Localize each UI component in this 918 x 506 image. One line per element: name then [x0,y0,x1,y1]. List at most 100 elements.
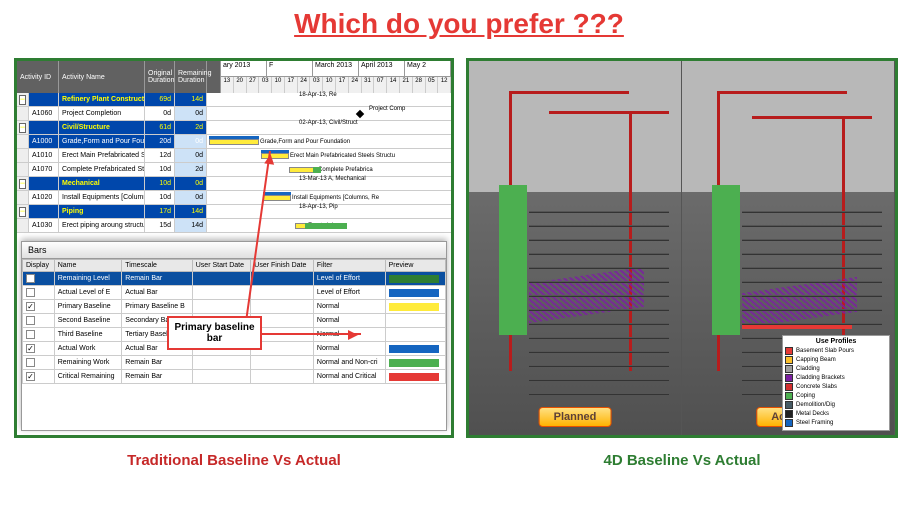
4d-planned-view[interactable]: Planned [469,61,682,435]
day-cell: 24 [349,77,362,93]
cell-name: Civil/Structure [59,121,145,134]
4d-actual-view[interactable]: Actual Use Profiles Basement Slab PoursC… [682,61,895,435]
legend-label: Coping [796,393,815,399]
display-checkbox[interactable] [26,274,35,283]
gantt-row[interactable]: −Piping17d14d18-Apr-13, Pip [17,205,451,219]
col-orig-duration[interactable]: Original Duration [145,61,175,93]
col-sch[interactable] [207,61,221,93]
gantt-row[interactable]: −Mechanical10d0d13-Mar-13 A, Mechanical [17,177,451,191]
gantt-row[interactable]: A1030Erect piping aroung structure15d14d… [17,219,451,233]
cell-id [29,177,59,190]
bars-cell: Normal [313,300,385,314]
legend-swatch [785,392,793,400]
crane-arm [549,111,669,114]
display-checkbox[interactable] [26,302,35,311]
bars-col-header[interactable]: Display [23,260,55,272]
gantt-row[interactable]: A1000Grade,Form and Pour Found20d0dGrade… [17,135,451,149]
bars-cell: Actual Work [54,342,122,356]
bars-row[interactable]: Actual Level of EActual BarLevel of Effo… [23,286,446,300]
display-checkbox[interactable] [26,344,35,353]
callout-primary-baseline: Primary baseline bar [167,316,262,350]
expand-toggle[interactable] [17,163,29,176]
bars-row[interactable]: Remaining LevelRemain BarLevel of Effort [23,272,446,286]
legend-item: Basement Slab Pours [785,347,887,355]
expand-toggle[interactable] [17,107,29,120]
cell-rem: 2d [175,121,207,134]
floor-slab [529,351,669,353]
month-cell: F [267,61,313,76]
display-checkbox[interactable] [26,330,35,339]
expand-toggle[interactable]: − [17,205,29,218]
bars-cell [192,272,251,286]
traditional-panel: Activity ID Activity Name Original Durat… [14,58,454,469]
4d-viewport: JulOctwk 20Aprwk 66wk 78Octwk 106wk 119A… [466,58,898,438]
cell-rem: 0d [175,177,207,190]
floor-slab [529,323,669,325]
day-cell: 03 [310,77,323,93]
bars-col-header[interactable]: Name [54,260,122,272]
cell-rem: 0d [175,107,207,120]
caption-4d: 4D Baseline Vs Actual [466,452,898,469]
display-checkbox[interactable] [26,288,35,297]
legend-item: Concrete Slabs [785,383,887,391]
cell-name: Complete Prefabricated Stee [59,163,145,176]
display-checkbox[interactable] [26,316,35,325]
floor-slab [529,337,669,339]
legend-swatch [785,383,793,391]
display-checkbox[interactable] [26,372,35,381]
day-cell: 07 [374,77,387,93]
day-cell: 03 [259,77,272,93]
planned-button[interactable]: Planned [539,407,612,427]
bars-row[interactable]: Critical RemainingRemain BarNormal and C… [23,370,446,384]
bar-area: 02-Apr-13, Civil/Struct [207,121,451,134]
legend-label: Steel Framing [796,420,833,426]
cell-rem: 14d [175,93,207,106]
expand-toggle[interactable]: − [17,93,29,106]
legend-item: Cladding Brackets [785,374,887,382]
gantt-row[interactable]: A1060Project Completion0d0dProject Comp [17,107,451,121]
expand-toggle[interactable]: − [17,121,29,134]
bars-col-header[interactable]: User Finish Date [251,260,314,272]
bars-col-header[interactable]: Filter [313,260,385,272]
bars-row[interactable]: Primary BaselinePrimary Baseline BNormal [23,300,446,314]
bar-area: Erect piping a [207,219,451,232]
col-rem-duration[interactable]: Remaining Duration [175,61,207,93]
cell-name: Erect Main Prefabricated Ste [59,149,145,162]
gantt-row[interactable]: −Civil/Structure61d2d02-Apr-13, Civil/St… [17,121,451,135]
cell-rem: 0d [175,149,207,162]
cell-rem: 2d [175,163,207,176]
preview-swatch [389,303,439,311]
gantt-row[interactable]: −Refinery Plant Constructio69d14d18-Apr-… [17,93,451,107]
bars-cell: Remaining Work [54,356,122,370]
expand-toggle[interactable] [17,149,29,162]
expand-toggle[interactable]: − [17,177,29,190]
gantt-row[interactable]: A1070Complete Prefabricated Stee10d2dCom… [17,163,451,177]
gantt-row[interactable]: A1020Install Equipments [Columns10d0dIns… [17,191,451,205]
expand-toggle[interactable] [17,135,29,148]
cell-name: Project Completion [59,107,145,120]
cell-name: Mechanical [59,177,145,190]
expand-toggle[interactable] [17,219,29,232]
col-activity-id[interactable]: Activity ID [17,61,59,93]
gantt-header: Activity ID Activity Name Original Durat… [17,61,451,93]
bars-col-header[interactable]: Preview [385,260,445,272]
bars-col-header[interactable]: Timescale [122,260,192,272]
bars-cell: Remain Bar [122,272,192,286]
bar-area: Erect Main Prefabricated Steels Structu [207,149,451,162]
bars-cell: Primary Baseline [54,300,122,314]
col-activity-name[interactable]: Activity Name [59,61,145,93]
bars-col-header[interactable]: User Start Date [192,260,251,272]
floor-slab [529,225,669,227]
crane-arm [752,116,872,119]
day-cell: 10 [272,77,285,93]
cell-orig: 10d [145,163,175,176]
expand-toggle[interactable] [17,191,29,204]
gantt-row[interactable]: A1010Erect Main Prefabricated Ste12d0dEr… [17,149,451,163]
legend-item: Demolition/Dig [785,401,887,409]
green-facade [712,185,740,335]
display-checkbox[interactable] [26,358,35,367]
bars-row[interactable]: Remaining WorkRemain BarNormal and Non-c… [23,356,446,370]
legend-item: Coping [785,392,887,400]
day-cell: 31 [362,77,375,93]
cell-rem: 0d [175,191,207,204]
